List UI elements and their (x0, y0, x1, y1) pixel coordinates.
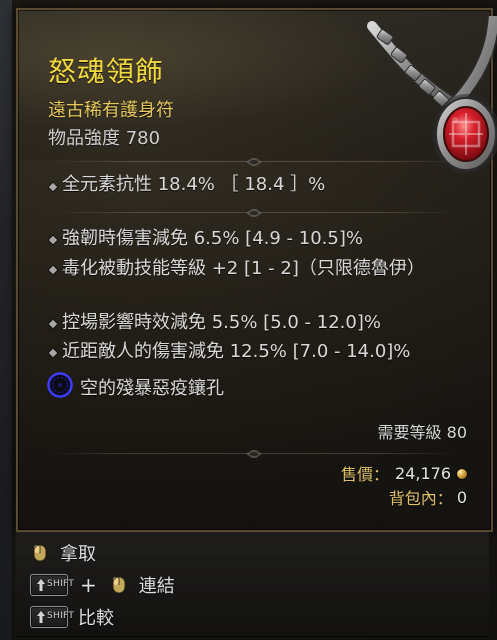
item-type: 遠古稀有護身符 (48, 100, 174, 121)
shift-key-text: SHIFT (47, 611, 75, 621)
item-tooltip: 怒魂領飾 遠古稀有護身符 物品強度 780 全元素抗性 18.4% ［ 18.4… (16, 8, 497, 532)
mouse-icon (33, 544, 47, 562)
socket-icon (47, 372, 73, 398)
gold-coin-icon (457, 469, 467, 479)
bag-count: 背包內： 0 (389, 485, 467, 509)
item-name: 怒魂領飾 (48, 55, 165, 88)
divider-ornament (246, 209, 262, 217)
affix-line-3: 毒化被動技能等級 +2 [1 - 2]（只限德魯伊） (62, 258, 425, 279)
bullet-icon (48, 348, 58, 358)
action-compare[interactable]: SHIFT 比較 (30, 603, 114, 631)
sell-price-label: 售價： (341, 465, 390, 484)
game-ui: 怒魂領飾 遠古稀有護身符 物品強度 780 全元素抗性 18.4% ［ 18.4… (0, 0, 497, 640)
shift-key-text: SHIFT (47, 579, 75, 589)
action-hints: 拿取 SHIFT + 連結 SHIFT 比較 (16, 532, 489, 637)
bullet-icon (48, 235, 58, 245)
divider-bottom (50, 448, 459, 460)
mouse-icon (112, 576, 126, 594)
affix-line-1: 全元素抗性 18.4% ［ 18.4 ］% (62, 174, 326, 195)
sell-price: 售價： 24,176 (341, 461, 467, 485)
arrow-up-icon (37, 579, 45, 591)
affix-line-2: 強韌時傷害減免 6.5% [4.9 - 10.5]% (62, 228, 363, 249)
bullet-icon (48, 182, 58, 192)
bag-count-label: 背包內： (388, 489, 453, 508)
socket-label: 空的殘暴惡疫鑲孔 (80, 378, 224, 399)
item-power: 物品強度 780 (48, 128, 161, 149)
affix-line-4: 控場影響時效減免 5.5% [5.0 - 12.0]% (62, 312, 381, 333)
divider-middle (50, 207, 459, 219)
bag-count-value: 0 (456, 487, 467, 507)
affix-line-5: 近距敵人的傷害減免 12.5% [7.0 - 14.0]% (62, 341, 411, 362)
action-link[interactable]: SHIFT + 連結 (30, 571, 175, 599)
required-level: 需要等級 80 (377, 423, 467, 442)
left-edge (0, 0, 13, 640)
divider-ornament (246, 450, 262, 458)
pickup-label: 拿取 (60, 544, 96, 565)
arrow-up-icon (37, 611, 45, 623)
sell-price-value: 24,176 (395, 463, 451, 483)
shift-key: SHIFT (30, 574, 74, 596)
link-label: 連結 (138, 576, 175, 597)
bullet-icon (48, 319, 58, 329)
compare-label: 比較 (78, 608, 114, 629)
shift-key: SHIFT (30, 606, 74, 628)
action-pickup[interactable]: 拿取 (30, 539, 96, 567)
bullet-icon (48, 265, 58, 275)
divider-ornament (246, 158, 262, 166)
divider-top (50, 156, 459, 168)
plus-sign: + (80, 573, 97, 597)
